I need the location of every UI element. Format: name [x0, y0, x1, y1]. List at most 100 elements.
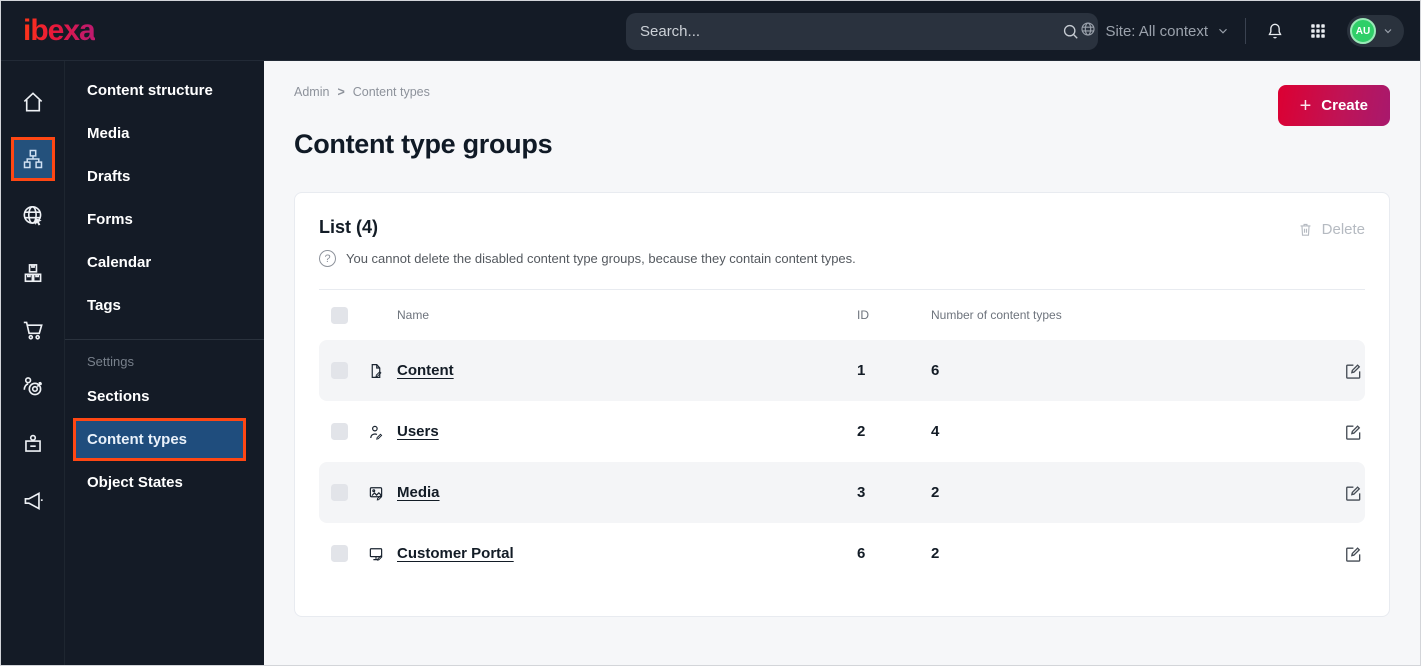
global-search[interactable]: [626, 13, 1098, 50]
megaphone-icon: [24, 491, 43, 510]
sidebar-item-sections[interactable]: Sections: [65, 375, 264, 418]
delete-button-label: Delete: [1321, 221, 1365, 238]
sidebar-item-calendar[interactable]: Calendar: [65, 241, 264, 284]
info-message: ? You cannot delete the disabled content…: [319, 250, 1365, 267]
create-button[interactable]: + Create: [1277, 85, 1390, 126]
site-globe-icon: [1079, 20, 1097, 42]
breadcrumb-separator: >: [337, 85, 345, 99]
app-grid-icon[interactable]: [1304, 17, 1332, 45]
list-title: List (4): [319, 217, 379, 237]
rail-item-site[interactable]: [1, 187, 65, 244]
main-content: Admin > Content types + Create Content t…: [264, 61, 1420, 665]
user-menu[interactable]: AU: [1347, 15, 1404, 47]
info-text: You cannot delete the disabled content t…: [346, 251, 856, 266]
row-id: 2: [857, 423, 866, 440]
row-count: 2: [931, 545, 940, 562]
column-header-count: Number of content types: [931, 308, 1062, 322]
rail-item-products[interactable]: [1, 244, 65, 301]
globe-cursor-icon: [23, 205, 42, 226]
content-type-group-link[interactable]: Customer Portal: [397, 545, 514, 562]
sidebar-item-content-structure[interactable]: Content structure: [65, 69, 264, 112]
row-count: 4: [931, 423, 940, 440]
rail-item-marketing[interactable]: [1, 472, 65, 529]
site-context-selector[interactable]: Site: All context: [1079, 20, 1230, 42]
table-row: Content 1 6: [319, 340, 1365, 401]
list-card: List (4) Delete ? You cannot delete the …: [294, 192, 1390, 617]
edit-icon: [1346, 363, 1361, 379]
sidebar-panel: Content structure Media Drafts Forms Cal…: [65, 61, 264, 665]
row-id: 1: [857, 362, 866, 379]
breadcrumb-admin[interactable]: Admin: [294, 85, 329, 99]
row-checkbox[interactable]: [331, 423, 348, 440]
sidebar-item-tags[interactable]: Tags: [65, 284, 264, 327]
plus-icon: +: [1299, 94, 1312, 117]
rail-item-home[interactable]: [1, 73, 65, 130]
row-count: 6: [931, 362, 940, 379]
rail-item-commerce[interactable]: [1, 301, 65, 358]
create-button-label: Create: [1321, 97, 1368, 114]
row-checkbox[interactable]: [331, 362, 348, 379]
table-row: Users 2 4: [319, 401, 1365, 462]
rail-item-personalization[interactable]: [1, 358, 65, 415]
row-checkbox[interactable]: [331, 484, 348, 501]
notifications-bell-icon[interactable]: [1261, 17, 1289, 45]
table-row: Customer Portal 6 2: [319, 523, 1365, 584]
table-row: Media 3 2: [319, 462, 1365, 523]
topbar: ibexa Site: All context A: [1, 1, 1420, 61]
search-input[interactable]: [640, 23, 1056, 40]
edit-button[interactable]: [1341, 420, 1365, 444]
content-type-group-link[interactable]: Media: [397, 484, 440, 501]
avatar: AU: [1350, 18, 1376, 44]
row-count: 2: [931, 484, 940, 501]
sidebar-item-forms[interactable]: Forms: [65, 198, 264, 241]
trash-icon: [1300, 223, 1311, 236]
sidebar-item-content-types[interactable]: Content types: [73, 418, 246, 461]
site-context-label: Site: All context: [1105, 22, 1208, 40]
user-edit-icon: [367, 423, 397, 441]
delete-button[interactable]: Delete: [1297, 221, 1365, 238]
edit-button[interactable]: [1341, 359, 1365, 383]
content-type-group-link[interactable]: Content: [397, 362, 454, 379]
image-edit-icon: [367, 484, 397, 502]
select-all-checkbox[interactable]: [331, 306, 348, 324]
badge-icon: [24, 434, 41, 452]
rail-item-admin[interactable]: [1, 415, 65, 472]
table-header: Name ID Number of content types: [319, 290, 1365, 340]
edit-button[interactable]: [1341, 481, 1365, 505]
packages-icon: [24, 263, 41, 282]
icon-rail: [1, 61, 65, 665]
cart-icon: [23, 321, 43, 340]
page-title: Content type groups: [294, 129, 553, 159]
table-body: Content 1 6 Users 2 4 Media 3 2 Customer…: [319, 340, 1365, 584]
breadcrumb: Admin > Content types: [294, 85, 1390, 99]
edit-icon: [1346, 485, 1361, 501]
ibexa-admin-window: ibexa Site: All context A: [0, 0, 1421, 666]
edit-icon: [1346, 546, 1361, 562]
personalization-target-icon: [23, 376, 42, 395]
row-id: 6: [857, 545, 866, 562]
chevron-down-icon: [1219, 28, 1227, 34]
edit-button[interactable]: [1341, 542, 1365, 566]
sidebar-item-drafts[interactable]: Drafts: [65, 155, 264, 198]
monitor-edit-icon: [367, 545, 397, 563]
column-header-name: Name: [397, 308, 430, 322]
breadcrumb-content-types: Content types: [352, 85, 430, 99]
edit-icon: [1346, 424, 1361, 440]
content-tree-icon: [23, 149, 42, 168]
selected-rail-highlight: [10, 136, 55, 181]
content-type-group-link[interactable]: Users: [397, 423, 439, 440]
topbar-divider: [1245, 18, 1246, 44]
home-icon: [23, 91, 42, 111]
help-icon: ?: [319, 250, 336, 267]
row-id: 3: [857, 484, 866, 501]
sidebar-divider: [65, 339, 264, 340]
settings-section-label: Settings: [87, 354, 134, 369]
column-header-id: ID: [857, 308, 869, 322]
file-edit-icon: [367, 362, 397, 380]
chevron-down-icon: [1384, 29, 1392, 34]
ibexa-logo[interactable]: ibexa: [23, 15, 96, 46]
row-checkbox[interactable]: [331, 545, 348, 562]
sidebar-item-object-states[interactable]: Object States: [65, 461, 264, 504]
sidebar-item-media[interactable]: Media: [65, 112, 264, 155]
rail-item-content-structure[interactable]: [1, 130, 65, 187]
